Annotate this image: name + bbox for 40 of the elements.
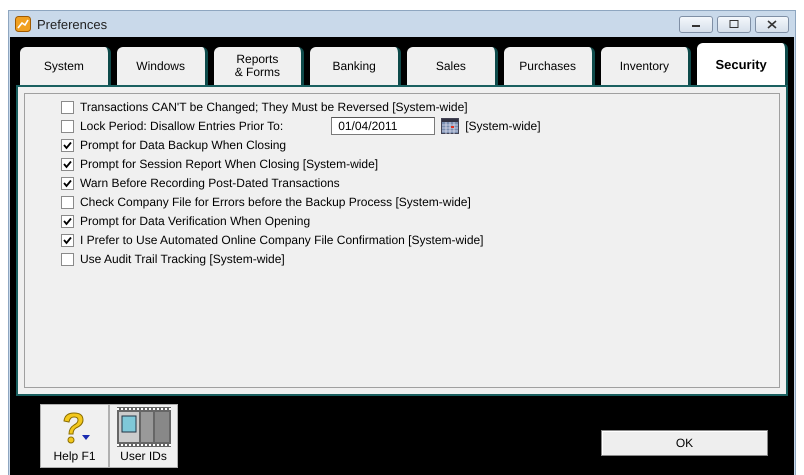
- minimize-button[interactable]: [679, 16, 713, 32]
- maximize-button[interactable]: [717, 16, 751, 32]
- option-label: I Prefer to Use Automated Online Company File Confirmation [System-wide]: [80, 233, 484, 247]
- tab[interactable]: Windows: [116, 47, 208, 85]
- toolbar-button[interactable]: Help F1: [40, 404, 109, 468]
- chart-icon: [15, 16, 31, 32]
- checkbox[interactable]: [61, 196, 74, 208]
- calendar-icon[interactable]: [441, 118, 460, 134]
- tab[interactable]: Reports & Forms: [214, 47, 304, 85]
- checkbox[interactable]: [61, 100, 74, 114]
- checkbox[interactable]: [61, 176, 74, 190]
- checkbox[interactable]: [61, 120, 74, 132]
- option-label: Prompt for Data Backup When Closing: [80, 138, 286, 152]
- window-title: Preferences: [37, 16, 108, 32]
- option-label: Check Company File for Errors before the Backup Process [System-wide]: [80, 195, 471, 209]
- option-label: Warn Before Recording Post-Dated Transactions: [80, 176, 340, 190]
- option-note: [System-wide]: [465, 119, 541, 133]
- ok-button[interactable]: OK: [601, 430, 768, 456]
- tab[interactable]: Sales: [407, 47, 498, 85]
- checkbox[interactable]: [61, 252, 74, 266]
- film-strip-icon: [116, 406, 170, 446]
- maximize-icon: [729, 20, 739, 28]
- tab[interactable]: Security: [697, 43, 788, 85]
- close-icon: [767, 20, 777, 28]
- option-label: Lock Period: Disallow Entries Prior To:: [80, 119, 284, 133]
- option-label: Transactions CAN'T be Changed; They Must be Reversed [System-wide]: [80, 100, 468, 114]
- checkbox[interactable]: [61, 138, 74, 152]
- checkbox[interactable]: [61, 234, 74, 246]
- checkbox[interactable]: [61, 214, 74, 228]
- tab[interactable]: Inventory: [600, 47, 692, 85]
- close-button[interactable]: [755, 16, 789, 32]
- tab[interactable]: System: [20, 47, 111, 85]
- option-label: Prompt for Data Verification When Opening: [80, 214, 310, 228]
- checkbox[interactable]: [61, 158, 74, 170]
- toolbar-button[interactable]: User IDs: [109, 404, 178, 468]
- option-label: Use Audit Trail Tracking [System-wide]: [80, 252, 285, 266]
- tab[interactable]: Banking: [310, 47, 401, 85]
- option-label: Prompt for Session Report When Closing [System-wide]: [80, 157, 378, 171]
- tab[interactable]: Purchases: [504, 47, 594, 85]
- date-field[interactable]: 01/04/2011: [331, 117, 436, 135]
